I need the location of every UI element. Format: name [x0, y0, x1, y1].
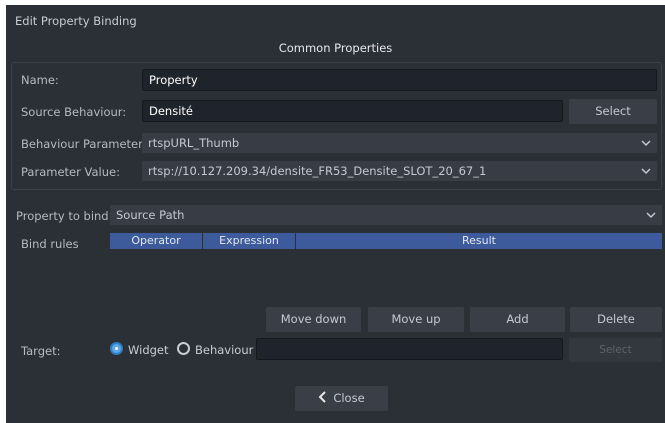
source-behaviour-input[interactable]: Densité	[142, 100, 563, 122]
behaviour-radio[interactable]	[177, 342, 190, 355]
parameter-value-label: Parameter Value:	[21, 165, 120, 179]
edit-property-binding-dialog: Edit Property Binding Common Properties …	[6, 5, 665, 423]
title-bar: Edit Property Binding	[6, 5, 665, 37]
chevron-down-icon	[641, 168, 651, 175]
name-input[interactable]: Property	[142, 69, 657, 91]
widget-radio[interactable]	[110, 342, 123, 355]
close-button-label: Close	[333, 391, 365, 405]
parameter-value-combo[interactable]: rtsp://10.127.209.34/densite_FR53_Densit…	[142, 161, 657, 181]
source-select-button[interactable]: Select	[569, 99, 657, 124]
column-header-operator[interactable]: Operator	[110, 233, 203, 249]
move-down-button[interactable]: Move down	[266, 307, 361, 332]
property-to-bind-value: Source Path	[116, 208, 185, 222]
common-properties-heading: Common Properties	[278, 41, 393, 55]
widget-radio-label[interactable]: Widget	[128, 343, 169, 357]
column-header-result[interactable]: Result	[296, 233, 662, 249]
delete-button[interactable]: Delete	[570, 307, 662, 332]
column-header-expression[interactable]: Expression	[203, 233, 296, 249]
chevron-down-icon	[641, 140, 651, 147]
add-button[interactable]: Add	[470, 307, 565, 332]
source-behaviour-label: Source Behaviour:	[21, 105, 127, 119]
behaviour-radio-label[interactable]: Behaviour	[195, 343, 253, 357]
bind-rules-label: Bind rules	[21, 237, 79, 251]
property-to-bind-label: Property to bind	[16, 209, 109, 223]
behaviour-parameter-value: rtspURL_Thumb	[148, 136, 240, 150]
behaviour-parameter-label: Behaviour Parameter:	[21, 137, 147, 151]
property-to-bind-combo[interactable]: Source Path	[110, 205, 662, 225]
parameter-value-value: rtsp://10.127.209.34/densite_FR53_Densit…	[148, 164, 487, 178]
target-label: Target:	[21, 344, 61, 358]
target-select-button[interactable]: Select	[569, 338, 662, 362]
target-input[interactable]	[256, 338, 563, 360]
window-title: Edit Property Binding	[15, 14, 137, 28]
chevron-down-icon	[646, 212, 656, 219]
bind-rules-table-body[interactable]	[110, 249, 662, 303]
behaviour-parameter-combo[interactable]: rtspURL_Thumb	[142, 133, 657, 153]
name-label: Name:	[21, 73, 59, 87]
close-button[interactable]: Close	[295, 386, 388, 411]
chevron-left-icon	[318, 391, 327, 403]
move-up-button[interactable]: Move up	[368, 307, 464, 332]
